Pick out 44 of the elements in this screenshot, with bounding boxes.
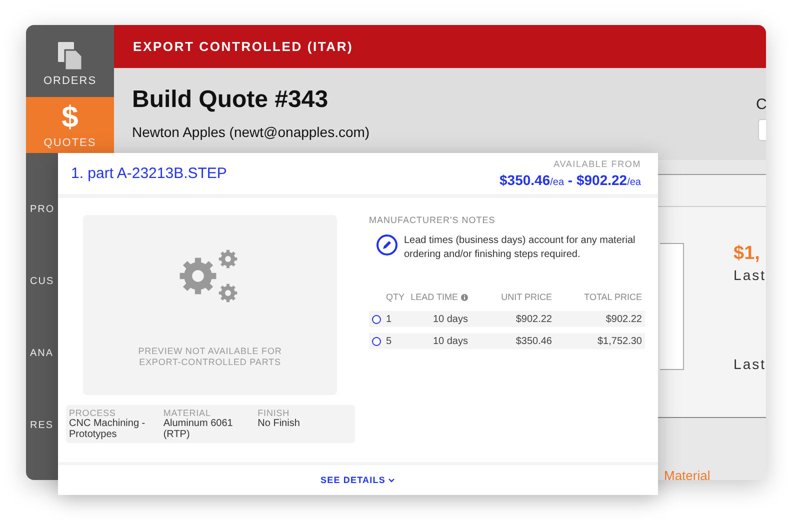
price-text: $1, [734, 243, 761, 265]
price-range: $350.46/ea - $902.22/ea [500, 172, 641, 188]
spec-label: PROCESS [69, 408, 117, 418]
available-label: AVAILABLE FROM [554, 159, 641, 169]
header-label: C [756, 96, 766, 113]
sidebar-item[interactable]: PRO [26, 153, 58, 225]
info-icon [461, 294, 468, 300]
spec-value: Aluminum 6061 (RTP) [163, 418, 234, 440]
table-cell-text: $350.46 [514, 336, 552, 346]
part-title[interactable]: 1. part A-23213B.STEP [71, 165, 227, 182]
quote-title: Build Quote #343 [132, 86, 330, 114]
sidebar-item[interactable]: CUS [26, 225, 58, 297]
note-text: Lead times (business days) account for any material ordering and/or finishing steps required. [404, 234, 636, 262]
export-banner: EXPORT CONTROLLED (ITAR) [114, 25, 766, 68]
table-cell-text: $902.22 [604, 314, 642, 324]
column-header: UNIT PRICE [500, 292, 552, 302]
radio-button[interactable] [372, 314, 381, 324]
sidebar-item[interactable]: RES [26, 369, 58, 441]
sidebar-item[interactable]: ANA [26, 297, 58, 369]
documents-icon [57, 41, 83, 71]
spec-value: No Finish [258, 418, 301, 429]
table-cell-text: 5 [386, 336, 393, 346]
see-details-link[interactable]: SEE DETAILS [320, 475, 396, 485]
chevron-down-icon [388, 478, 396, 482]
spec-label: MATERIAL [163, 408, 212, 418]
table-cell-text: 10 days [432, 314, 468, 324]
column-header: TOTAL PRICE [583, 292, 642, 302]
column-header: QTY [386, 292, 406, 302]
table-cell-text: $1,752.30 [596, 336, 642, 346]
field-label: Last [734, 267, 766, 283]
spec-value: CNC Machining - Prototypes [69, 418, 146, 440]
customer-info: Newton Apples (newt@onapples.com) [132, 124, 370, 140]
sidebar-item[interactable]: ORDERS [26, 25, 114, 97]
preview-message: PREVIEW NOT AVAILABLE FOR EXPORT-CONTROLLED PARTS [137, 346, 283, 368]
input-field[interactable] [758, 119, 766, 141]
table-cell-text: $902.22 [514, 314, 552, 324]
notes-heading: MANUFACTURER'S NOTES [369, 215, 496, 225]
field-label: Last [734, 356, 766, 372]
spec-label: FINISH [258, 408, 291, 418]
column-header: LEAD TIME [406, 292, 468, 302]
table-cell-text: 1 [386, 314, 393, 324]
radio-button[interactable] [372, 336, 381, 346]
pencil-icon [376, 234, 398, 256]
table-cell-text: 10 days [432, 336, 468, 346]
